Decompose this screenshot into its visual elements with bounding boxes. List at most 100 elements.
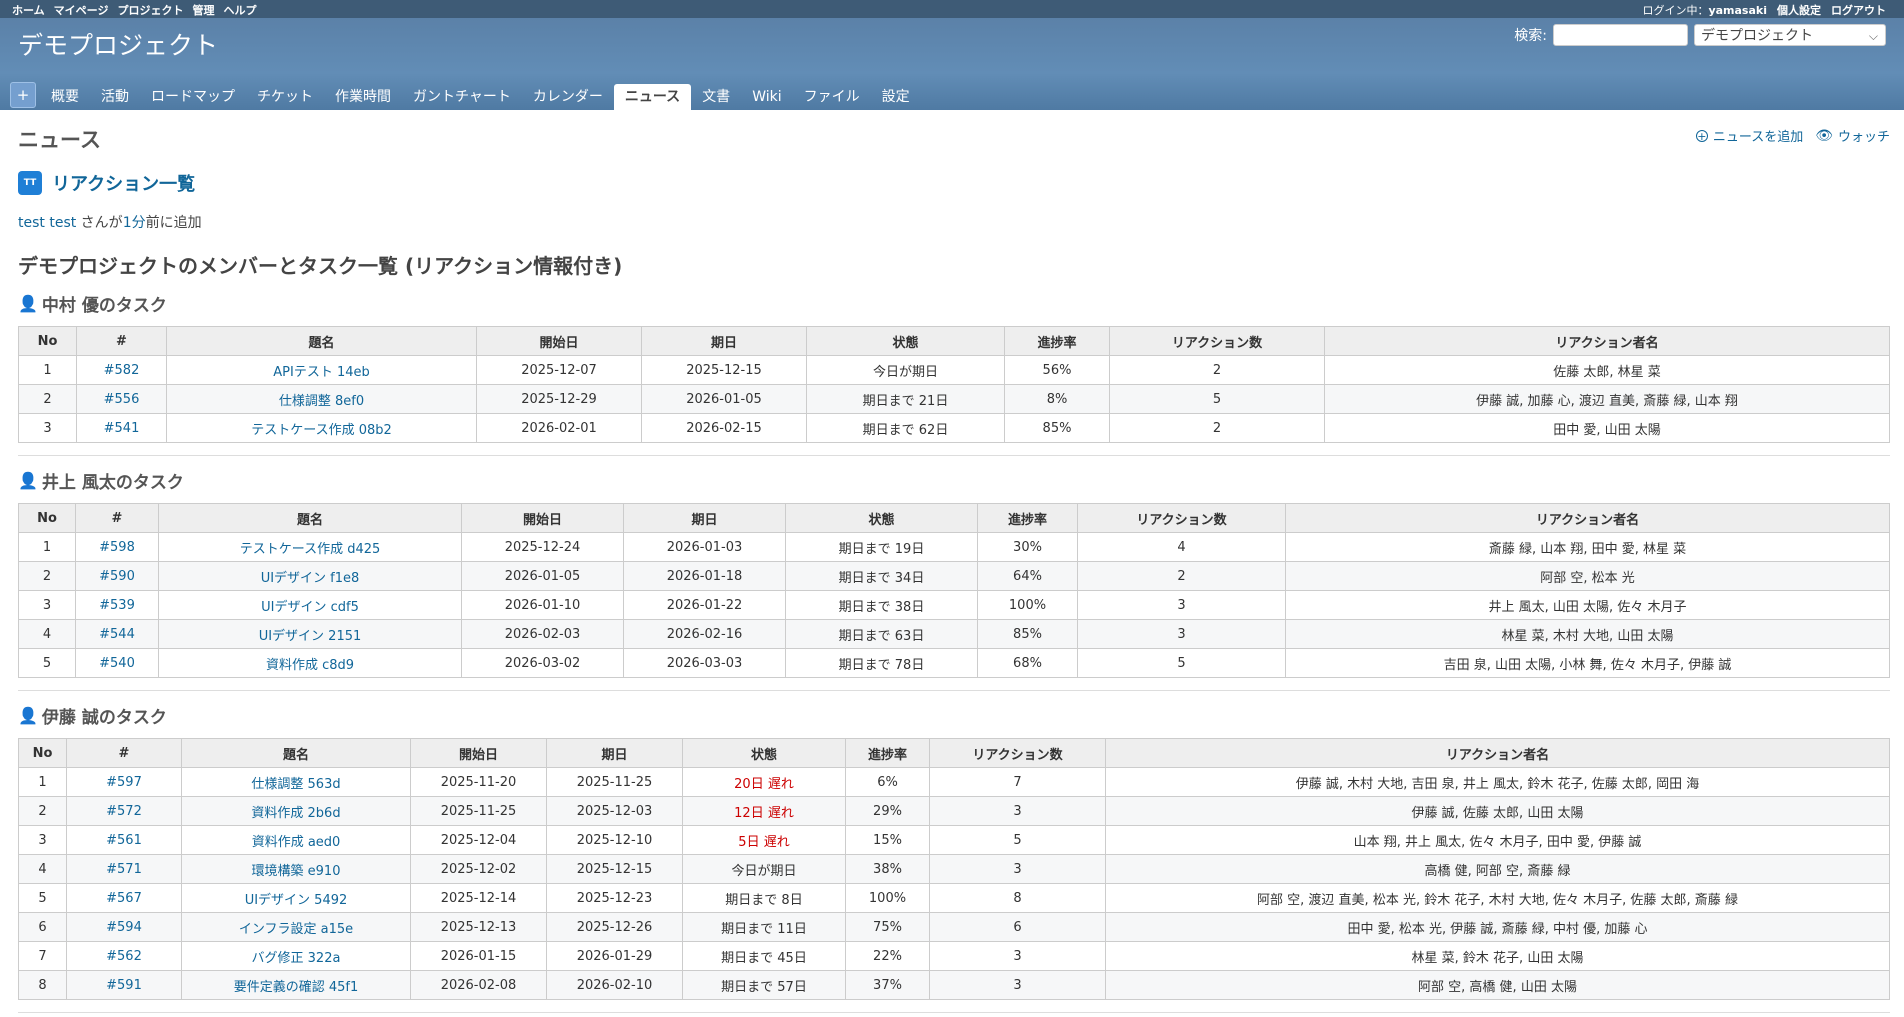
my-account-link[interactable]: 個人設定 <box>1777 2 1821 18</box>
issue-id-link[interactable]: #571 <box>66 854 182 884</box>
column-header[interactable]: リアクション者名 <box>1324 326 1890 356</box>
issue-id-link[interactable]: #540 <box>75 648 159 678</box>
column-header[interactable]: 進捗率 <box>977 503 1078 533</box>
issue-subject-link[interactable]: 仕様調整 563d <box>181 767 411 797</box>
column-header[interactable]: # <box>76 326 167 356</box>
tab-gantt[interactable]: ガントチャート <box>402 84 522 110</box>
new-object-button[interactable]: + <box>10 82 36 108</box>
news-title-link[interactable]: リアクション一覧 <box>52 170 195 196</box>
watch-link[interactable]: 👁 ウォッチ <box>1815 126 1890 146</box>
column-header[interactable]: リアクション者名 <box>1105 738 1890 768</box>
issue-subject-link[interactable]: 環境構築 e910 <box>181 854 411 884</box>
issue-id-link[interactable]: #590 <box>75 561 159 591</box>
column-header[interactable]: 状態 <box>682 738 846 768</box>
status: 期日まで 62日 <box>806 413 1005 443</box>
column-header[interactable]: 進捗率 <box>1004 326 1110 356</box>
top-link-admin[interactable]: 管理 <box>192 2 214 18</box>
issue-id-link[interactable]: #562 <box>66 941 182 971</box>
start-date: 2025-11-25 <box>410 796 547 826</box>
time-ago-link[interactable]: 1分 <box>123 215 146 231</box>
column-header[interactable]: 開始日 <box>410 738 547 768</box>
issue-id-link[interactable]: #582 <box>76 355 167 385</box>
column-header[interactable]: リアクション数 <box>1109 326 1325 356</box>
issue-id-link[interactable]: #572 <box>66 796 182 826</box>
top-link-home[interactable]: ホーム <box>12 2 45 18</box>
column-header[interactable]: 状態 <box>785 503 978 533</box>
progress: 85% <box>1004 413 1110 443</box>
issue-id-link[interactable]: #544 <box>75 619 159 649</box>
issue-id-link[interactable]: #539 <box>75 590 159 620</box>
tab-wiki[interactable]: Wiki <box>741 84 792 110</box>
tab-calendar[interactable]: カレンダー <box>522 84 614 110</box>
column-header[interactable]: No <box>18 503 76 533</box>
issue-subject-link[interactable]: 資料作成 2b6d <box>181 796 411 826</box>
column-header[interactable]: No <box>18 326 77 356</box>
issue-subject-link[interactable]: 要件定義の確認 45f1 <box>181 970 411 1000</box>
tab-issues[interactable]: チケット <box>246 84 324 110</box>
issue-subject-link[interactable]: UIデザイン cdf5 <box>158 590 462 620</box>
due-date: 2026-01-18 <box>623 561 786 591</box>
start-date: 2026-01-15 <box>410 941 547 971</box>
issue-subject-link[interactable]: テストケース作成 d425 <box>158 532 462 562</box>
issue-subject-link[interactable]: UIデザイン 5492 <box>181 883 411 913</box>
issue-id-link[interactable]: #597 <box>66 767 182 797</box>
issue-subject-link[interactable]: バグ修正 322a <box>181 941 411 971</box>
search-input[interactable] <box>1553 24 1688 46</box>
column-header[interactable]: 期日 <box>546 738 683 768</box>
issue-subject-link[interactable]: テストケース作成 08b2 <box>166 413 477 443</box>
login-user-link[interactable]: yamasaki <box>1708 4 1767 17</box>
column-header[interactable]: 期日 <box>641 326 807 356</box>
column-header[interactable]: リアクション者名 <box>1285 503 1890 533</box>
reaction-users: 林星 菜, 木村 大地, 山田 太陽 <box>1285 619 1890 649</box>
column-header[interactable]: 題名 <box>158 503 462 533</box>
top-link-help[interactable]: ヘルプ <box>223 2 256 18</box>
reaction-count: 4 <box>1077 532 1286 562</box>
start-date: 2025-12-04 <box>410 825 547 855</box>
tab-activity[interactable]: 活動 <box>90 84 140 110</box>
issue-id-link[interactable]: #567 <box>66 883 182 913</box>
issue-id-link[interactable]: #561 <box>66 825 182 855</box>
column-header[interactable]: 開始日 <box>476 326 642 356</box>
column-header[interactable]: リアクション数 <box>1077 503 1286 533</box>
issue-subject-link[interactable]: 資料作成 c8d9 <box>158 648 462 678</box>
issue-id-link[interactable]: #541 <box>76 413 167 443</box>
issue-subject-link[interactable]: UIデザイン f1e8 <box>158 561 462 591</box>
column-header[interactable]: No <box>18 738 67 768</box>
column-header[interactable]: リアクション数 <box>929 738 1106 768</box>
issue-subject-link[interactable]: インフラ設定 a15e <box>181 912 411 942</box>
tab-time-entries[interactable]: 作業時間 <box>324 84 402 110</box>
add-news-link[interactable]: + ニュースを追加 <box>1695 126 1803 145</box>
row-no: 3 <box>18 825 67 855</box>
column-header[interactable]: 題名 <box>181 738 411 768</box>
issue-subject-link[interactable]: 仕様調整 8ef0 <box>166 384 477 414</box>
start-date: 2025-12-29 <box>476 384 642 414</box>
tab-roadmap[interactable]: ロードマップ <box>140 84 246 110</box>
column-header[interactable]: 開始日 <box>461 503 624 533</box>
issue-subject-link[interactable]: APIテスト 14eb <box>166 355 477 385</box>
tab-files[interactable]: ファイル <box>793 84 871 110</box>
author-link[interactable]: test test <box>18 215 76 231</box>
tab-overview[interactable]: 概要 <box>40 84 90 110</box>
column-header[interactable]: 状態 <box>806 326 1005 356</box>
reaction-users: 吉田 泉, 山田 太陽, 小林 舞, 佐々 木月子, 伊藤 誠 <box>1285 648 1890 678</box>
status: 20日 遅れ <box>682 767 846 797</box>
member-title: 中村 優のタスク <box>41 296 167 316</box>
column-header[interactable]: 題名 <box>166 326 477 356</box>
project-jump-select[interactable]: デモプロジェクト ⌵ <box>1694 24 1886 46</box>
issue-id-link[interactable]: #598 <box>75 532 159 562</box>
issue-id-link[interactable]: #594 <box>66 912 182 942</box>
column-header[interactable]: # <box>75 503 159 533</box>
column-header[interactable]: # <box>66 738 182 768</box>
issue-subject-link[interactable]: 資料作成 aed0 <box>181 825 411 855</box>
issue-id-link[interactable]: #556 <box>76 384 167 414</box>
column-header[interactable]: 進捗率 <box>845 738 930 768</box>
issue-id-link[interactable]: #591 <box>66 970 182 1000</box>
top-link-projects[interactable]: プロジェクト <box>117 2 183 18</box>
logout-link[interactable]: ログアウト <box>1831 2 1886 18</box>
tab-news[interactable]: ニュース <box>613 84 692 110</box>
tab-documents[interactable]: 文書 <box>691 84 741 110</box>
issue-subject-link[interactable]: UIデザイン 2151 <box>158 619 462 649</box>
top-link-mypage[interactable]: マイページ <box>54 2 109 18</box>
column-header[interactable]: 期日 <box>623 503 786 533</box>
tab-settings[interactable]: 設定 <box>871 84 921 110</box>
